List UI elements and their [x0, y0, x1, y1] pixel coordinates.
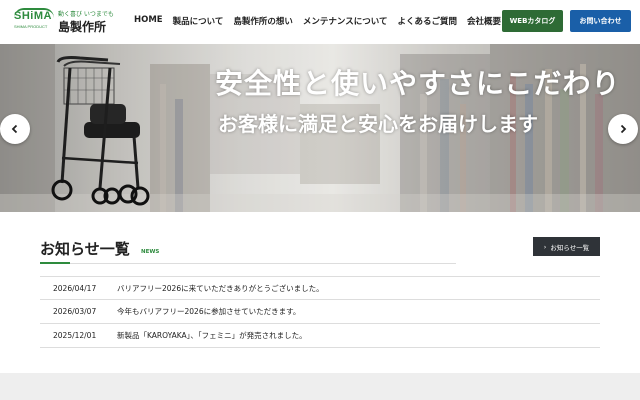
news-list-button[interactable]: › お知らせ一覧 [533, 237, 600, 256]
hero-subheadline: お客様に満足と安心をお届けします [218, 112, 538, 136]
news-divider-accent [40, 262, 70, 264]
hero-slider: 安全性と使いやすさにこだわり お客様に満足と安心をお届けします [0, 44, 640, 212]
nav-products[interactable]: 製品について [173, 15, 224, 27]
walker-product-image [51, 56, 150, 206]
logo-sub: SHIMA PRODUCT [14, 24, 48, 29]
nav-maintenance[interactable]: メンテナンスについて [303, 15, 388, 27]
news-subheading: NEWS [141, 249, 160, 255]
news-date: 2026/03/07 [53, 307, 97, 316]
main-nav: HOME 製品について 島製作所の想い メンテナンスについて よくあるご質問 会… [134, 15, 511, 27]
hero-headline: 安全性と使いやすさにこだわり [215, 67, 621, 100]
web-catalog-button[interactable]: WEBカタログ [502, 10, 563, 32]
news-date: 2025/12/01 [53, 331, 97, 340]
logo-tagline: 動く喜び いつまでも [58, 11, 114, 18]
section-band [0, 373, 640, 400]
nav-company[interactable]: 会社概要 [467, 15, 501, 27]
slider-next-button[interactable] [608, 114, 638, 144]
nav-home[interactable]: HOME [134, 15, 163, 27]
site-logo[interactable]: SHiMA SHIMA PRODUCT 動く喜び いつまでも 島製作所 [14, 8, 114, 36]
news-list-button-label: お知らせ一覧 [550, 243, 590, 252]
news-heading: お知らせ一覧 [40, 240, 130, 258]
news-text[interactable]: 新製品「KAROYAKA」、「フェミニ」が発売されました。 [117, 330, 307, 341]
nav-faq[interactable]: よくあるご質問 [397, 15, 457, 27]
site-header: SHiMA SHIMA PRODUCT 動く喜び いつまでも 島製作所 HOME… [0, 0, 640, 44]
news-item[interactable]: 2025/12/01 新製品「KAROYAKA」、「フェミニ」が発売されました。 [40, 324, 600, 348]
nav-philosophy[interactable]: 島製作所の想い [233, 15, 293, 27]
logo-mark: SHiMA [14, 10, 52, 22]
news-text[interactable]: バリアフリー2026に来ていただきありがとうございました。 [117, 283, 324, 294]
news-text[interactable]: 今年もバリアフリー2026に参加させていただきます。 [117, 306, 300, 317]
news-list: 2026/04/17 バリアフリー2026に来ていただきありがとうございました。… [40, 276, 600, 348]
news-item[interactable]: 2026/04/17 バリアフリー2026に来ていただきありがとうございました。 [40, 276, 600, 300]
chevron-left-icon [11, 124, 18, 134]
logo-company-name: 島製作所 [58, 20, 107, 34]
news-date: 2026/04/17 [53, 283, 97, 293]
news-divider [40, 263, 456, 264]
news-item[interactable]: 2026/03/07 今年もバリアフリー2026に参加させていただきます。 [40, 300, 600, 324]
chevron-right-icon [620, 124, 627, 134]
contact-button[interactable]: お問い合わせ [570, 10, 631, 32]
chevron-right-icon: › [543, 242, 547, 251]
slider-prev-button[interactable] [0, 114, 30, 144]
